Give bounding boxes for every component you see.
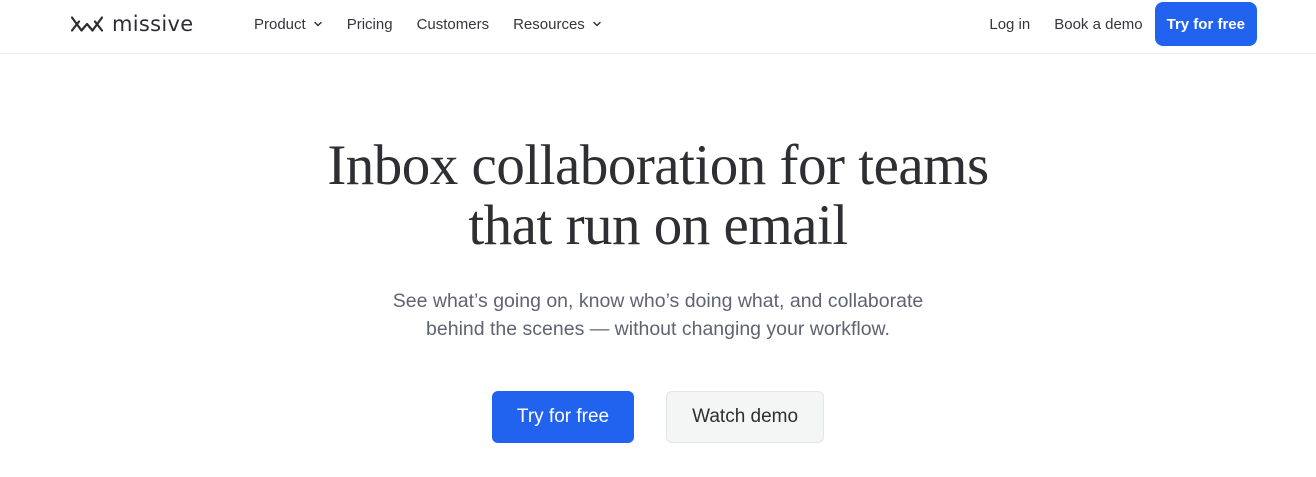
nav-customers[interactable]: Customers (417, 15, 490, 33)
landing-page: missive Product Pricing Customers Resour… (0, 0, 1316, 477)
logo-wordmark: missive (112, 12, 194, 36)
login-link[interactable]: Log in (989, 16, 1030, 33)
book-demo-link[interactable]: Book a demo (1054, 16, 1142, 33)
watch-demo-button[interactable]: Watch demo (666, 391, 825, 443)
hero-title: Inbox collaboration for teams that run o… (0, 136, 1316, 256)
nav-product-label: Product (254, 15, 306, 33)
hero-try-free-button[interactable]: Try for free (491, 391, 635, 443)
site-header: missive Product Pricing Customers Resour… (0, 0, 1316, 54)
hero-subtitle: See what’s going on, know who’s doing wh… (0, 287, 1316, 343)
nav-customers-label: Customers (416, 15, 490, 33)
main-nav: Product Pricing Customers Resources (254, 15, 626, 33)
chevron-down-icon (313, 21, 322, 27)
hero-subtitle-line-1: See what’s going on, know who’s doing wh… (392, 290, 924, 312)
hero-title-line-1: Inbox collaboration for teams (327, 134, 989, 197)
nav-resources-label: Resources (513, 15, 585, 33)
nav-resources[interactable]: Resources (513, 15, 602, 33)
header-try-free-button[interactable]: Try for free (1154, 2, 1257, 46)
logo-link[interactable]: missive (71, 11, 193, 37)
nav-pricing-label: Pricing (346, 15, 393, 33)
nav-pricing[interactable]: Pricing (347, 15, 393, 33)
chevron-down-icon (593, 21, 601, 27)
missive-logo-icon (71, 16, 103, 32)
header-actions: Log in Book a demo Try for free (989, 2, 1257, 46)
hero-cta-row: Try for free Watch demo (0, 391, 1316, 443)
nav-product[interactable]: Product (254, 15, 323, 33)
hero-subtitle-line-2: behind the scenes — without changing you… (426, 318, 890, 340)
hero-title-line-2: that run on email (468, 194, 848, 257)
